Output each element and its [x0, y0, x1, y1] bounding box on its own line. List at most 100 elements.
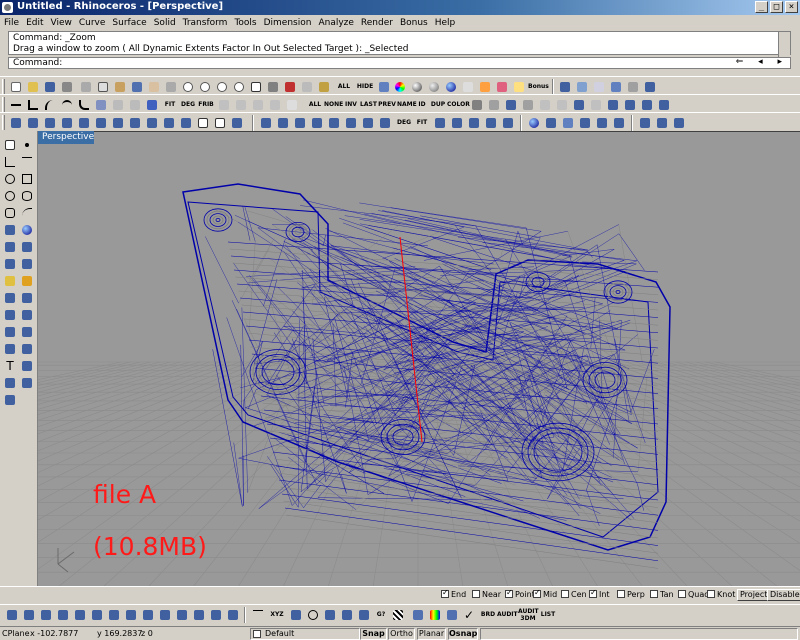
left-analyze-button[interactable]: [19, 375, 35, 391]
cplane-object-button[interactable]: [225, 607, 241, 623]
angle-button[interactable]: [288, 607, 304, 623]
toolbar-grip[interactable]: [2, 79, 5, 94]
copy-button[interactable]: [95, 79, 111, 95]
patch-button[interactable]: [377, 115, 393, 131]
viewport-canvas[interactable]: [38, 132, 800, 586]
cplane-world-button[interactable]: [208, 607, 224, 623]
select-closed-button[interactable]: [656, 97, 672, 113]
what-button[interactable]: G?: [373, 607, 389, 623]
hide-button[interactable]: HIDE: [355, 79, 375, 95]
rebuild-button[interactable]: FRIB: [198, 97, 214, 113]
show-all-button[interactable]: ALL: [334, 79, 354, 95]
fillet-button[interactable]: [76, 97, 92, 113]
options-button[interactable]: [642, 79, 658, 95]
left-fillet-button[interactable]: [2, 273, 18, 289]
osnap-mid-button[interactable]: [55, 607, 71, 623]
boolean-union-button[interactable]: [543, 115, 559, 131]
scale-button[interactable]: [76, 115, 92, 131]
perspective-viewport[interactable]: file A (10.8MB): [38, 131, 800, 586]
checkbox[interactable]: [707, 590, 715, 598]
left-sweep-button[interactable]: [19, 256, 35, 272]
history-scrollbar[interactable]: [778, 32, 790, 57]
extrude-button[interactable]: [611, 115, 627, 131]
notes-button[interactable]: [591, 79, 607, 95]
menu-edit[interactable]: Edit: [22, 17, 46, 28]
lock-button[interactable]: [316, 79, 332, 95]
mesh-join-button[interactable]: [671, 115, 687, 131]
mirror-button[interactable]: [110, 115, 126, 131]
select-last-button[interactable]: LAST: [360, 97, 377, 113]
rectangle-button[interactable]: [19, 171, 35, 187]
left-join-button[interactable]: [2, 307, 18, 323]
ellipse-button[interactable]: [19, 188, 35, 204]
menu-curve[interactable]: Curve: [75, 17, 109, 28]
select-all-button[interactable]: [299, 79, 315, 95]
curvature-button[interactable]: [339, 607, 355, 623]
restore-button[interactable]: □: [770, 1, 783, 13]
left-copy-button[interactable]: [19, 324, 35, 340]
points-on-button[interactable]: [216, 97, 232, 113]
scale2d-button[interactable]: [93, 115, 109, 131]
offset-surface-button[interactable]: [466, 115, 482, 131]
select-open-button[interactable]: [639, 97, 655, 113]
select-all2-button[interactable]: ALL: [307, 97, 323, 113]
cut-button[interactable]: [78, 79, 94, 95]
render-preview-button[interactable]: [494, 79, 510, 95]
rhino-app-icon[interactable]: [2, 2, 13, 13]
left-text-button[interactable]: T: [2, 358, 18, 374]
split-button[interactable]: [110, 97, 126, 113]
left-loft-button[interactable]: [2, 256, 18, 272]
layer-button[interactable]: [376, 79, 392, 95]
insert-knot-button[interactable]: [267, 97, 283, 113]
checkbox[interactable]: [589, 588, 597, 598]
osnap-near[interactable]: Near: [472, 590, 501, 599]
menu-analyze[interactable]: Analyze: [314, 17, 356, 28]
curve-button[interactable]: [42, 97, 58, 113]
copy-object-button[interactable]: [25, 115, 41, 131]
toolbar-grip[interactable]: [2, 115, 5, 130]
sweep2-button[interactable]: [343, 115, 359, 131]
layers-panel-button[interactable]: [574, 79, 590, 95]
left-scale-button[interactable]: [19, 341, 35, 357]
select-none-button[interactable]: NONE: [324, 97, 343, 113]
osnap-project-button[interactable]: [174, 607, 190, 623]
trim-button[interactable]: [93, 97, 109, 113]
zoom-window-button[interactable]: [197, 79, 213, 95]
surface-edge-button[interactable]: [275, 115, 291, 131]
rotate-button[interactable]: [42, 115, 58, 131]
snap-toggle[interactable]: Snap: [360, 628, 387, 640]
help-button[interactable]: [511, 79, 527, 95]
menu-dimension[interactable]: Dimension: [260, 17, 315, 28]
new-file-button[interactable]: [8, 79, 24, 95]
circle-button[interactable]: [2, 171, 18, 187]
view-manager-button[interactable]: [608, 79, 624, 95]
left-dimension-button[interactable]: [19, 358, 35, 374]
viewport-layout-button[interactable]: [248, 79, 264, 95]
radius-button[interactable]: [305, 607, 321, 623]
left-polyline-button[interactable]: [2, 154, 18, 170]
menu-help[interactable]: Help: [431, 17, 459, 28]
light-button[interactable]: [460, 79, 476, 95]
select-surfaces-button[interactable]: [486, 97, 502, 113]
left-line-button[interactable]: [19, 154, 35, 170]
viewport-title-tab[interactable]: Perspective: [38, 131, 94, 144]
render-button[interactable]: [443, 79, 459, 95]
rotate-view-button[interactable]: [163, 79, 179, 95]
checkbox[interactable]: [561, 590, 569, 598]
select-groups-button[interactable]: [605, 97, 621, 113]
menu-file[interactable]: File: [0, 17, 22, 28]
select-meshes-button[interactable]: [520, 97, 536, 113]
left-surface-button[interactable]: [19, 239, 35, 255]
osnap-tan[interactable]: Tan: [650, 590, 674, 599]
join-button[interactable]: [127, 97, 143, 113]
blend-surface-button[interactable]: [483, 115, 499, 131]
line-button[interactable]: [8, 97, 24, 113]
arc-center-button[interactable]: [2, 188, 18, 204]
toolbar-grip[interactable]: [2, 97, 5, 112]
menu-tools[interactable]: Tools: [230, 17, 259, 28]
select-blocks-button[interactable]: [588, 97, 604, 113]
bend-button[interactable]: [229, 115, 245, 131]
select-points-button[interactable]: [554, 97, 570, 113]
mesh-polygon-button[interactable]: [654, 115, 670, 131]
bonus-button[interactable]: Bonus: [528, 79, 549, 95]
